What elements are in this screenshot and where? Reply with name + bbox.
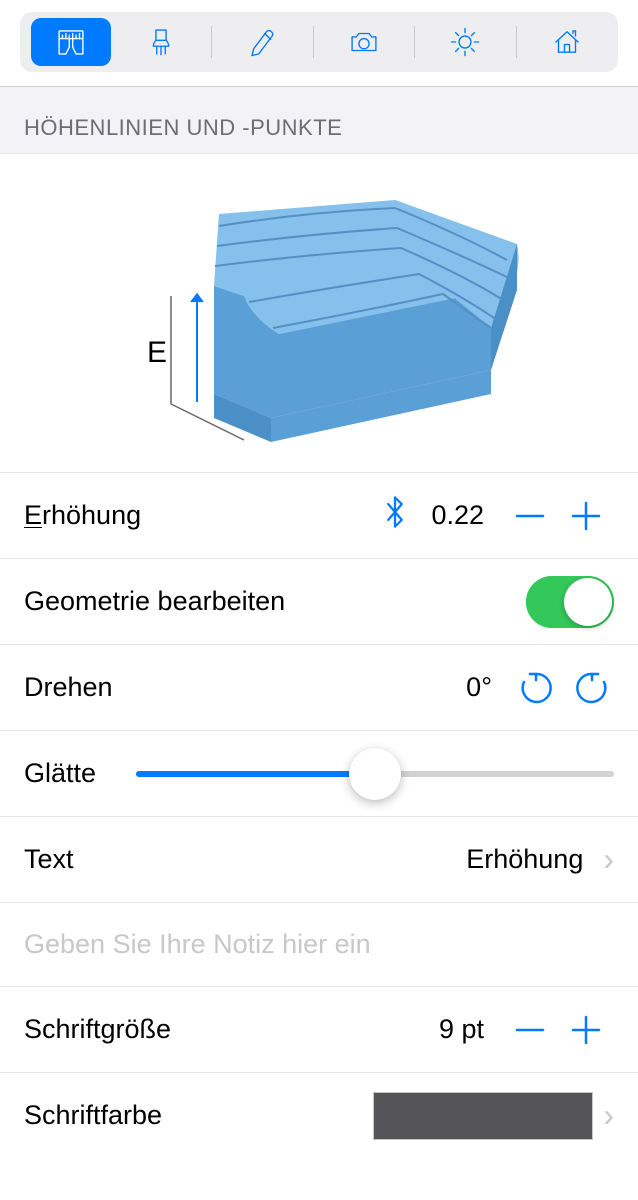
toolbar <box>20 12 618 72</box>
smoothness-slider[interactable] <box>136 746 614 802</box>
note-row <box>0 902 638 986</box>
brush-icon <box>144 25 178 59</box>
pencil-icon <box>246 25 280 59</box>
rotate-ccw-button[interactable] <box>570 666 614 710</box>
elevation-label: Erhöhung <box>24 500 141 531</box>
terrain-illustration: E <box>0 154 638 472</box>
illustration-e-label: E <box>147 336 167 369</box>
rotate-value: 0° <box>466 672 492 703</box>
rotate-row: Drehen 0° <box>0 644 638 730</box>
caliper-icon <box>54 25 88 59</box>
sun-tool-button[interactable] <box>425 18 505 66</box>
font-size-increase-button[interactable] <box>558 1002 614 1058</box>
chevron-right-icon: › <box>603 841 614 878</box>
measure-tool-button[interactable] <box>31 18 111 66</box>
font-color-label: Schriftfarbe <box>24 1100 162 1131</box>
font-color-swatch[interactable] <box>373 1092 593 1140</box>
slider-thumb[interactable] <box>349 748 401 800</box>
edit-geometry-toggle[interactable] <box>526 576 614 628</box>
smoothness-row: Glätte <box>0 730 638 816</box>
settings-list: Erhöhung 0.22 Geometrie bearbeiten Drehe… <box>0 472 638 1158</box>
elevation-increase-button[interactable] <box>558 488 614 544</box>
font-color-row[interactable]: Schriftfarbe › <box>0 1072 638 1158</box>
edit-tool-button[interactable] <box>223 18 303 66</box>
brush-tool-button[interactable] <box>121 18 201 66</box>
house-icon <box>550 25 584 59</box>
elevation-value: 0.22 <box>431 500 484 531</box>
toolbar-separator <box>313 26 314 58</box>
elevation-row: Erhöhung 0.22 <box>0 472 638 558</box>
note-input[interactable] <box>24 929 614 960</box>
smoothness-label: Glätte <box>24 758 96 789</box>
font-size-row: Schriftgröße 9 pt <box>0 986 638 1072</box>
toolbar-container <box>0 0 638 87</box>
text-row[interactable]: Text Erhöhung › <box>0 816 638 902</box>
font-size-decrease-button[interactable] <box>502 1002 558 1058</box>
slider-fill <box>136 771 375 777</box>
chevron-right-icon: › <box>603 1097 614 1134</box>
toolbar-separator <box>211 26 212 58</box>
toolbar-separator <box>516 26 517 58</box>
rotate-cw-button[interactable] <box>514 666 558 710</box>
camera-tool-button[interactable] <box>324 18 404 66</box>
edit-geometry-label: Geometrie bearbeiten <box>24 586 285 617</box>
switch-knob <box>564 578 612 626</box>
section-header: HÖHENLINIEN UND -PUNKTE <box>0 87 638 154</box>
elevation-decrease-button[interactable] <box>502 488 558 544</box>
house-tool-button[interactable] <box>527 18 607 66</box>
camera-icon <box>347 25 381 59</box>
rotate-label: Drehen <box>24 672 113 703</box>
font-size-value: 9 pt <box>439 1014 484 1045</box>
sun-icon <box>448 25 482 59</box>
bluetooth-icon[interactable] <box>381 494 409 537</box>
font-size-label: Schriftgröße <box>24 1014 171 1045</box>
text-value: Erhöhung <box>466 844 583 875</box>
edit-geometry-row: Geometrie bearbeiten <box>0 558 638 644</box>
toolbar-separator <box>414 26 415 58</box>
text-label: Text <box>24 844 74 875</box>
